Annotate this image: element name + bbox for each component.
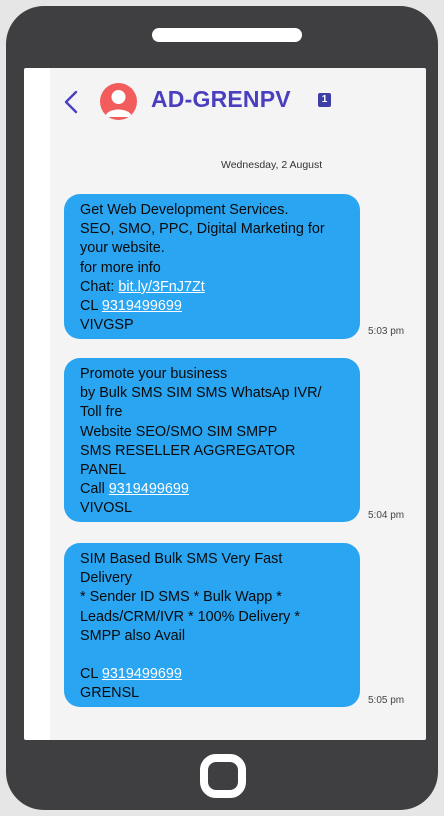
message-text-line: PANEL bbox=[80, 462, 127, 479]
phone-frame: AD-GRENPV 1 Wednesday, 2 August Get Web … bbox=[6, 6, 438, 810]
message-call-line: CL 9319499699 bbox=[80, 297, 346, 316]
chevron-left-icon bbox=[64, 90, 78, 114]
message-chat-line: Chat: bit.ly/3FnJ7Zt bbox=[80, 278, 346, 297]
call-label: Call bbox=[80, 481, 109, 498]
message-call-line: CL 9319499699 bbox=[80, 665, 346, 684]
call-label: CL bbox=[80, 666, 102, 683]
chat-link[interactable]: bit.ly/3FnJ7Zt bbox=[118, 279, 204, 295]
contact-avatar[interactable] bbox=[100, 83, 137, 120]
phone-speaker bbox=[152, 28, 302, 42]
message-call-line: Call 9319499699 bbox=[80, 480, 346, 499]
message-bubble[interactable]: Promote your business by Bulk SMS SIM SM… bbox=[64, 358, 360, 522]
message-text-line: SEO, SMO, PPC, Digital Marketing for bbox=[80, 221, 325, 238]
conversation-header: AD-GRENPV 1 bbox=[50, 68, 426, 136]
message-text-line: SMS RESELLER AGGREGATOR bbox=[80, 442, 296, 459]
sim-badge: 1 bbox=[318, 93, 331, 107]
message-time: 5:03 pm bbox=[368, 326, 405, 337]
home-button[interactable] bbox=[200, 754, 246, 798]
message-signature: VIVOSL bbox=[80, 500, 132, 517]
sender-name[interactable]: AD-GRENPV bbox=[151, 86, 291, 113]
message-text-line: Toll fre bbox=[80, 404, 123, 421]
back-button[interactable] bbox=[62, 88, 82, 116]
message-text-line: Get Web Development Services. bbox=[80, 202, 289, 218]
message-text-line: SIM Based Bulk SMS Very Fast bbox=[80, 551, 283, 567]
message-time: 5:04 pm bbox=[368, 510, 405, 521]
call-label: CL bbox=[80, 298, 102, 315]
message-text-line: Delivery bbox=[80, 570, 132, 587]
message-bubble[interactable]: Get Web Development Services. SEO, SMO, … bbox=[64, 194, 360, 339]
message-text-line: Promote your business bbox=[80, 366, 228, 382]
message-text-line: Website SEO/SMO SIM SMPP bbox=[80, 423, 278, 440]
message-signature: GRENSL bbox=[80, 685, 140, 702]
phone-link[interactable]: 9319499699 bbox=[102, 666, 182, 682]
message-text-line: by Bulk SMS SIM SMS WhatsAp IVR/ bbox=[80, 385, 322, 402]
message-text-line: Leads/CRM/IVR * 100% Delivery * bbox=[80, 608, 300, 625]
message-text-line: * Sender ID SMS * Bulk Wapp * bbox=[80, 589, 282, 606]
conversation-view: AD-GRENPV 1 Wednesday, 2 August Get Web … bbox=[50, 68, 426, 740]
message-time: 5:05 pm bbox=[368, 695, 405, 706]
message-text-line: SMPP also Avail bbox=[80, 627, 186, 644]
date-separator: Wednesday, 2 August bbox=[221, 159, 323, 171]
person-icon bbox=[105, 90, 132, 117]
message-text-line: for more info bbox=[80, 259, 161, 276]
phone-link[interactable]: 9319499699 bbox=[109, 481, 189, 497]
screen: AD-GRENPV 1 Wednesday, 2 August Get Web … bbox=[24, 68, 426, 740]
chat-label: Chat: bbox=[80, 278, 119, 295]
message-bubble[interactable]: SIM Based Bulk SMS Very Fast Delivery * … bbox=[64, 543, 360, 707]
phone-link[interactable]: 9319499699 bbox=[102, 298, 182, 314]
message-text-line: your website. bbox=[80, 240, 165, 257]
message-signature: VIVGSP bbox=[80, 317, 134, 334]
